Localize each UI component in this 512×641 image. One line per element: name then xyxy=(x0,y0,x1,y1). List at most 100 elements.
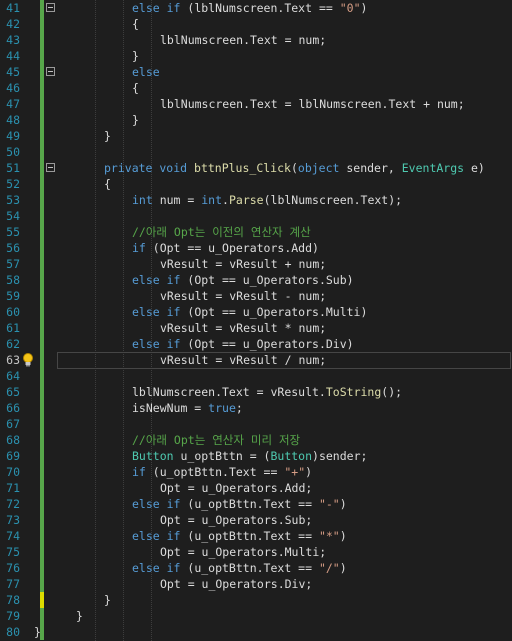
collapse-icon[interactable] xyxy=(46,67,55,76)
code-token: (u_optBttn.Text == xyxy=(180,497,319,511)
code-line[interactable]: 54 xyxy=(0,208,512,224)
code-line[interactable]: 55 //아래 Opt는 이전의 연산자 계산 xyxy=(0,224,512,240)
code-line[interactable]: 52 { xyxy=(0,176,512,192)
code-line[interactable]: 60 else if (Opt == u_Operators.Multi) xyxy=(0,304,512,320)
code-line[interactable]: 51 private void bttnPlus_Click(object sen… xyxy=(0,160,512,176)
code-line[interactable]: 76 else if (u_optBttn.Text == "/") xyxy=(0,560,512,576)
code-token: EventArgs xyxy=(401,161,465,175)
change-indicator-bar xyxy=(40,128,44,144)
code-text: if (u_optBttn.Text == "+") xyxy=(132,464,312,480)
code-text: isNewNum = true; xyxy=(132,400,243,416)
code-token: ; xyxy=(235,401,243,415)
change-indicator-bar xyxy=(40,96,44,112)
code-token: (u_optBttn.Text == xyxy=(180,561,319,575)
code-line[interactable]: 42 { xyxy=(0,16,512,32)
code-line[interactable]: 66 isNewNum = true; xyxy=(0,400,512,416)
code-text: Opt = u_Operators.Multi; xyxy=(160,544,326,560)
code-text: } xyxy=(132,48,139,64)
code-line[interactable]: 78} xyxy=(0,592,512,608)
lightbulb-icon[interactable] xyxy=(22,353,34,367)
code-line[interactable]: 68 //아래 Opt는 연산자 미리 저장 xyxy=(0,432,512,448)
line-number: 62 xyxy=(6,337,20,351)
code-line[interactable]: 44} xyxy=(0,48,512,64)
code-text: } xyxy=(76,608,83,624)
code-text: else if (Opt == u_Operators.Div) xyxy=(132,336,354,352)
code-text: //아래 Opt는 연산자 미리 저장 xyxy=(132,432,300,448)
code-line[interactable]: 53 int num = int.Parse(lblNumscreen.Text)… xyxy=(0,192,512,208)
code-line[interactable]: 73 Opt = u_Operators.Sub; xyxy=(0,512,512,528)
collapse-icon[interactable] xyxy=(46,163,55,172)
code-line[interactable]: 77 Opt = u_Operators.Div; xyxy=(0,576,512,592)
code-line[interactable]: 63 vResult = vResult / num; xyxy=(0,352,512,369)
code-line[interactable]: 74 else if (u_optBttn.Text == "*") xyxy=(0,528,512,544)
change-indicator-bar xyxy=(40,144,44,160)
code-line[interactable]: 64 xyxy=(0,368,512,384)
code-text: if (Opt == u_Operators.Add) xyxy=(132,240,319,256)
code-token: else if xyxy=(132,305,181,319)
code-token: sender, xyxy=(339,161,402,175)
line-number: 58 xyxy=(6,273,20,287)
code-line[interactable]: 61 vResult = vResult * num; xyxy=(0,320,512,336)
line-number: 56 xyxy=(6,241,20,255)
change-indicator-bar xyxy=(40,304,44,320)
code-line[interactable]: 80} xyxy=(0,624,512,640)
code-text: vResult = vResult * num; xyxy=(160,320,326,336)
code-line[interactable]: 67 xyxy=(0,416,512,432)
code-token: Parse xyxy=(228,193,264,207)
change-indicator-bar xyxy=(40,64,44,80)
code-line[interactable]: 41 else if (lblNumscreen.Text == "0") xyxy=(0,0,512,16)
code-line[interactable]: 56 if (Opt == u_Operators.Add) xyxy=(0,240,512,256)
code-line[interactable]: 59 vResult = vResult - num; xyxy=(0,288,512,304)
change-indicator-bar xyxy=(40,288,44,304)
code-token: ) xyxy=(360,1,368,15)
change-indicator-bar xyxy=(40,368,44,384)
line-number: 57 xyxy=(6,257,20,271)
code-token: (Opt == u_Operators.Sub) xyxy=(180,273,354,287)
code-line[interactable]: 75 Opt = u_Operators.Multi; xyxy=(0,544,512,560)
line-number: 47 xyxy=(6,97,20,111)
line-number: 43 xyxy=(6,33,20,47)
code-line[interactable]: 46 { xyxy=(0,80,512,96)
code-token: (); xyxy=(381,385,403,399)
code-line[interactable]: 58 else if (Opt == u_Operators.Sub) xyxy=(0,272,512,288)
code-text: Opt = u_Operators.Add; xyxy=(160,480,312,496)
code-token: { xyxy=(132,17,139,31)
code-line[interactable]: 57 vResult = vResult + num; xyxy=(0,256,512,272)
code-line[interactable]: 71 Opt = u_Operators.Add; xyxy=(0,480,512,496)
line-number: 66 xyxy=(6,401,20,415)
code-token: "0" xyxy=(339,1,361,15)
line-number: 41 xyxy=(6,1,20,15)
code-line[interactable]: 49} xyxy=(0,128,512,144)
code-token: (lblNumscreen.Text == xyxy=(180,1,340,15)
collapse-icon[interactable] xyxy=(46,3,55,12)
line-number: 68 xyxy=(6,433,20,447)
code-text: { xyxy=(132,16,139,32)
code-line[interactable]: 65 lblNumscreen.Text = vResult.ToString()… xyxy=(0,384,512,400)
code-line[interactable]: 43 lblNumscreen.Text = num; xyxy=(0,32,512,48)
code-line[interactable]: 50 xyxy=(0,144,512,160)
code-token: ( xyxy=(290,161,298,175)
line-number: 79 xyxy=(6,609,20,623)
code-text: vResult = vResult + num; xyxy=(160,256,326,272)
code-token: Opt = u_Operators.Sub; xyxy=(160,513,313,527)
code-token: ToString xyxy=(325,385,382,399)
code-line[interactable]: 79} xyxy=(0,608,512,624)
code-token: (Opt == u_Operators.Div) xyxy=(180,337,354,351)
code-line[interactable]: 48} xyxy=(0,112,512,128)
code-line[interactable]: 72 else if (u_optBttn.Text == "-") xyxy=(0,496,512,512)
code-line[interactable]: 45 else xyxy=(0,64,512,80)
change-indicator-bar xyxy=(40,112,44,128)
code-line[interactable]: 47 lblNumscreen.Text = lblNumscreen.Text … xyxy=(0,96,512,112)
code-line[interactable]: 62 else if (Opt == u_Operators.Div) xyxy=(0,336,512,352)
code-token: } xyxy=(34,625,41,639)
code-token: vResult = vResult * num; xyxy=(160,321,327,335)
line-number: 55 xyxy=(6,225,20,239)
code-editor[interactable]: 41 else if (lblNumscreen.Text == "0") 42 {4… xyxy=(0,0,512,641)
change-indicator-bar xyxy=(40,592,44,608)
line-number: 70 xyxy=(6,465,20,479)
line-number: 74 xyxy=(6,529,20,543)
code-token: else if xyxy=(132,561,181,575)
change-indicator-bar xyxy=(40,0,44,16)
code-line[interactable]: 69 Button u_optBttn = (Button)sender; xyxy=(0,448,512,464)
code-line[interactable]: 70 if (u_optBttn.Text == "+") xyxy=(0,464,512,480)
